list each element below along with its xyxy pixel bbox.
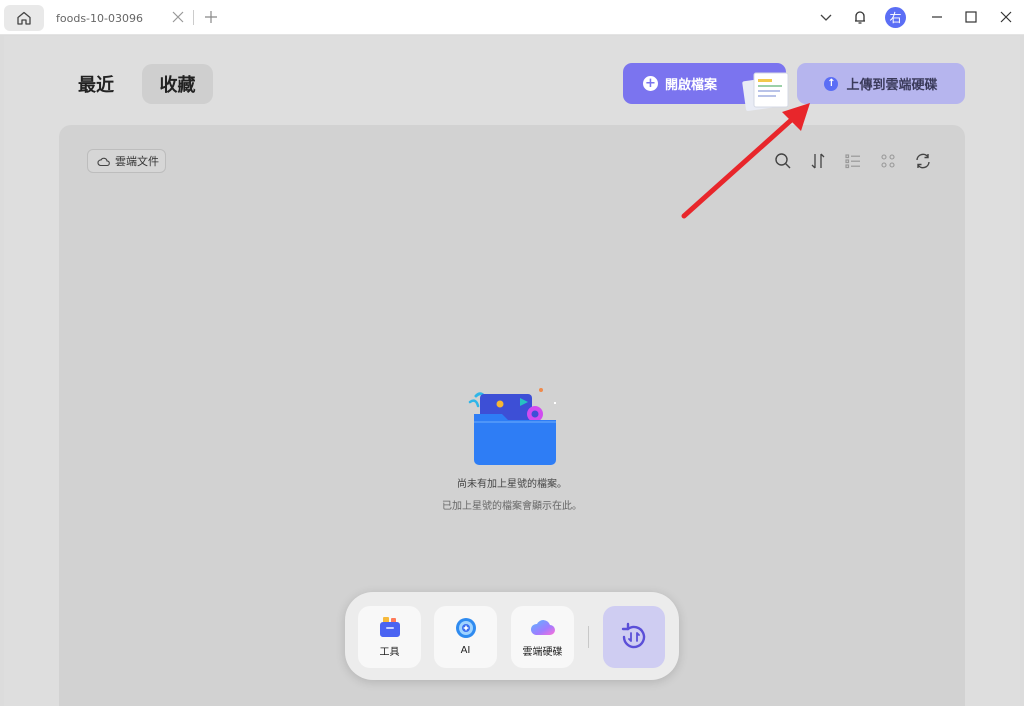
cloud-drive-icon	[530, 620, 555, 635]
annotation-arrow	[681, 103, 810, 219]
dock-ai-label: AI	[460, 645, 471, 656]
tab-favorites[interactable]: 收藏	[142, 64, 213, 104]
dock-divider	[588, 626, 589, 648]
plus-circle-icon: +	[643, 76, 658, 91]
dock-cloud-label: 雲端硬碟	[522, 647, 563, 658]
cloud-documents-filter[interactable]: 雲端文件	[87, 149, 166, 173]
bell-icon[interactable]	[851, 8, 869, 26]
tab-divider	[193, 10, 194, 25]
home-tab[interactable]	[4, 5, 44, 31]
document-tab-label: foods-10-03096	[56, 11, 143, 25]
ai-icon	[455, 618, 476, 638]
dock-tools-label: 工具	[379, 647, 400, 658]
upload-arrow-icon: ↑	[824, 76, 839, 91]
new-tab-icon[interactable]	[203, 9, 219, 25]
upload-to-cloud-label: 上傳到雲端硬碟	[846, 78, 938, 93]
cloud-icon	[97, 157, 110, 166]
grid-view-icon[interactable]	[878, 151, 898, 171]
dock-tools-button[interactable]: 工具	[358, 606, 421, 668]
toolbox-icon	[379, 617, 400, 637]
close-window-icon[interactable]	[997, 8, 1015, 26]
home-icon	[17, 11, 31, 25]
sync-icon	[621, 622, 646, 649]
cloud-documents-label: 雲端文件	[115, 155, 159, 168]
avatar[interactable]: 右	[885, 7, 906, 28]
dock-ai-button[interactable]: AI	[434, 606, 497, 668]
empty-state-title: 尚未有加上星號的檔案。	[457, 479, 567, 490]
refresh-icon[interactable]	[913, 151, 933, 171]
title-bar: foods-10-03096 右	[0, 0, 1024, 35]
dock-sync-button[interactable]	[603, 606, 665, 668]
chevron-down-icon[interactable]	[817, 8, 835, 26]
upload-to-cloud-button[interactable]: ↑ 上傳到雲端硬碟	[797, 63, 965, 104]
tab-recent[interactable]: 最近	[66, 64, 126, 104]
list-view-icon[interactable]	[843, 151, 863, 171]
maximize-icon[interactable]	[962, 8, 980, 26]
empty-folder-illustration	[468, 388, 556, 465]
minimize-icon[interactable]	[928, 8, 946, 26]
empty-state-subtitle: 已加上星號的檔案會顯示在此。	[442, 501, 582, 512]
close-tab-icon[interactable]	[170, 9, 186, 25]
dock-cloud-button[interactable]: 雲端硬碟	[511, 606, 574, 668]
